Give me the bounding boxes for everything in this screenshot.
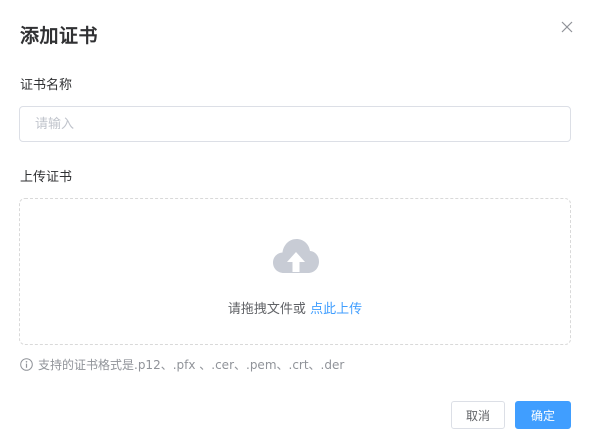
confirm-button[interactable]: 确定 <box>515 401 571 429</box>
info-icon <box>20 358 33 371</box>
certificate-name-input[interactable] <box>19 106 571 142</box>
certificate-name-label: 证书名称 <box>20 78 73 93</box>
format-hint-text: 支持的证书格式是.p12、.pfx 、.cer、.pem、.crt、.der <box>38 358 345 372</box>
format-hint: 支持的证书格式是.p12、.pfx 、.cer、.pem、.crt、.der <box>20 356 344 373</box>
click-to-upload-link[interactable]: 点此上传 <box>310 302 362 317</box>
cancel-button[interactable]: 取消 <box>451 401 505 429</box>
upload-dropzone[interactable]: 请拖拽文件或 点此上传 <box>19 198 571 345</box>
dialog-title: 添加证书 <box>20 25 99 47</box>
drop-instruction: 请拖拽文件或 <box>227 302 311 317</box>
upload-certificate-label: 上传证书 <box>20 170 73 185</box>
close-icon[interactable] <box>559 19 575 35</box>
add-certificate-dialog: 添加证书 证书名称 上传证书 请拖拽文件或 点此上传 支持的证书格式是.p12、… <box>0 0 593 448</box>
cloud-upload-icon <box>272 237 320 275</box>
dropzone-text: 请拖拽文件或 点此上传 <box>20 298 570 317</box>
